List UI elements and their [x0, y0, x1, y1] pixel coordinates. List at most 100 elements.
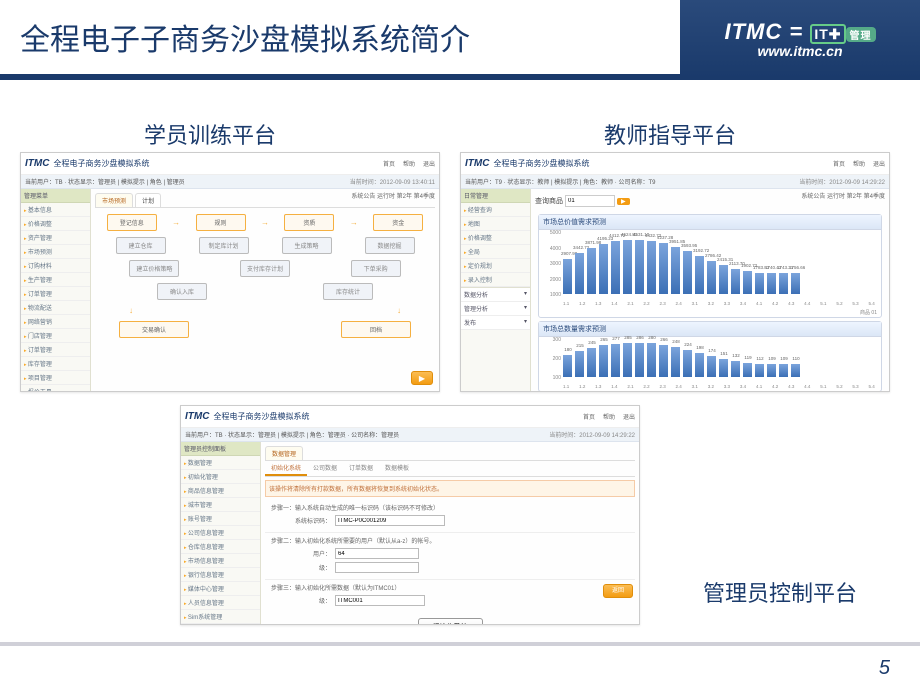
- return-button[interactable]: 返回: [603, 584, 633, 598]
- sub-tab-company[interactable]: 公司数据: [307, 461, 343, 476]
- accordion-head[interactable]: 管理分析▾: [461, 302, 530, 316]
- sidebar-item[interactable]: 市场信息管理: [181, 554, 260, 568]
- sidebar-item[interactable]: 录入控制: [461, 273, 530, 287]
- sidebar-item[interactable]: 报价工具: [21, 385, 90, 391]
- next-button[interactable]: ▶: [411, 371, 433, 385]
- tab-plan[interactable]: 计划: [135, 193, 161, 207]
- bar: 3192.72: [695, 256, 704, 294]
- sidebar-item[interactable]: 初始化管理: [181, 470, 260, 484]
- bar: 1756.66: [791, 273, 800, 294]
- heading-admin: 管理员控制平台: [680, 576, 880, 608]
- search-input[interactable]: [565, 195, 615, 207]
- bar: 109: [779, 364, 788, 377]
- sidebar-item[interactable]: 库存管理: [21, 357, 90, 371]
- link-logout[interactable]: 退出: [423, 159, 435, 168]
- bar: 4412.72: [611, 241, 620, 294]
- sidebar-item[interactable]: 人员信息管理: [181, 596, 260, 610]
- sidebar-item[interactable]: 账号管理: [181, 512, 260, 526]
- sidebar-item[interactable]: 生产管理: [21, 273, 90, 287]
- sidebar-item[interactable]: 资产管理: [21, 231, 90, 245]
- sidebar-item[interactable]: 门店管理: [21, 329, 90, 343]
- id-input[interactable]: [335, 515, 445, 526]
- flow-box[interactable]: 建立仓库: [116, 237, 166, 254]
- flow-rollback[interactable]: 回档: [341, 321, 411, 338]
- app-title: 全程电子商务沙盘模拟系统: [53, 158, 149, 169]
- sidebar-item[interactable]: 订单管理: [21, 287, 90, 301]
- flow-register[interactable]: 登记信息: [107, 214, 157, 231]
- sidebar-item[interactable]: 项目管理: [21, 371, 90, 385]
- flow-qual[interactable]: 资质: [284, 214, 334, 231]
- search-label: 查询商品: [535, 196, 563, 206]
- sidebar-item[interactable]: 市场预测: [21, 245, 90, 259]
- tab-market[interactable]: 市场预测: [95, 193, 133, 207]
- sidebar-item[interactable]: 银行信息管理: [181, 568, 260, 582]
- sidebar-item[interactable]: 价格调整: [461, 231, 530, 245]
- flow-box[interactable]: 下单采购: [351, 260, 401, 277]
- sidebar-item[interactable]: 城市管理: [181, 498, 260, 512]
- student-app: ITMC 全程电子商务沙盘模拟系统 首页 帮助 退出 当前用户：TB · 状态显…: [20, 152, 440, 392]
- sidebar-item[interactable]: 定价规划: [461, 259, 530, 273]
- flow-box[interactable]: 库存统计: [323, 283, 373, 300]
- chart-qty: 市场总数量需求预测 300200100 1.11.21.31.42.12.22.…: [538, 321, 882, 392]
- flow-box[interactable]: 支付库存计划: [240, 260, 290, 277]
- init-button[interactable]: 初始化系统: [418, 618, 483, 625]
- accordion-head[interactable]: 发布▾: [461, 316, 530, 330]
- content: 市场预测 计划 系统公告 运行时 第2年 第4季度 登记信息→ 规则→ 资质→ …: [91, 189, 439, 391]
- tab-data[interactable]: 数据管理: [265, 446, 303, 460]
- brand: ITMC: [25, 158, 49, 169]
- sidebar-item[interactable]: 全局: [461, 245, 530, 259]
- app-header: ITMC 全程电子商务沙盘模拟系统 首页 帮助 退出: [181, 406, 639, 428]
- link-logout[interactable]: 退出: [623, 412, 635, 421]
- flow-box[interactable]: 制定库计划: [199, 237, 249, 254]
- link-help[interactable]: 帮助: [403, 159, 415, 168]
- link-logout[interactable]: 退出: [873, 159, 885, 168]
- arrow-icon: →: [261, 218, 269, 227]
- sidebar-item[interactable]: 网络营销: [21, 315, 90, 329]
- level-input[interactable]: [335, 562, 419, 573]
- sub-tab-order[interactable]: 订单数据: [343, 461, 379, 476]
- link-home[interactable]: 首页: [833, 159, 845, 168]
- accordion-head[interactable]: 数据分析▾: [461, 288, 530, 302]
- sidebar-item[interactable]: 商品信息管理: [181, 484, 260, 498]
- breadcrumb-text: 当前用户：TB · 状态显示：管理员 | 模拟提示 | 角色：管理员 · 公司名…: [185, 430, 399, 439]
- sidebar-item[interactable]: 数据管理: [181, 456, 260, 470]
- flow-rules[interactable]: 规则: [196, 214, 246, 231]
- arrow-down-icon: ↓: [129, 306, 133, 315]
- sidebar-item[interactable]: Sim系统管理: [181, 610, 260, 624]
- flow-box[interactable]: 数据挖掘: [365, 237, 415, 254]
- data-input[interactable]: [335, 595, 425, 606]
- sub-tab-tpl[interactable]: 数据模板: [379, 461, 415, 476]
- sidebar-item[interactable]: 媒体中心管理: [181, 582, 260, 596]
- flow-box[interactable]: 建立价格策略: [129, 260, 179, 277]
- flow-box[interactable]: 生成策略: [282, 237, 332, 254]
- link-help[interactable]: 帮助: [603, 412, 615, 421]
- link-home[interactable]: 首页: [383, 159, 395, 168]
- bar: 2415.31: [719, 265, 728, 294]
- step2: 步骤二：输入初始化系统所需要的用户（默认从a-z）的帐号。: [271, 536, 629, 545]
- flow-box[interactable]: 确认入库: [157, 283, 207, 300]
- sidebar-item[interactable]: 经营查询: [461, 203, 530, 217]
- sidebar-item[interactable]: 订单管理: [21, 343, 90, 357]
- link-home[interactable]: 首页: [583, 412, 595, 421]
- sidebar-item[interactable]: 地图: [461, 217, 530, 231]
- sidebar-item[interactable]: 公司信息管理: [181, 526, 260, 540]
- link-help[interactable]: 帮助: [853, 159, 865, 168]
- sidebar-item[interactable]: 价格调整: [21, 217, 90, 231]
- sidebar-item[interactable]: 订购材料: [21, 259, 90, 273]
- bar: 1743.21: [779, 273, 788, 294]
- user-input[interactable]: [335, 548, 419, 559]
- sidebar-item[interactable]: 基本信息: [21, 203, 90, 217]
- bar: 119: [743, 363, 752, 377]
- flow-confirm[interactable]: 交易确认: [119, 321, 189, 338]
- arrow-down-icon: ↓: [397, 306, 401, 315]
- sidebar-item[interactable]: 物流配送: [21, 301, 90, 315]
- timestamp: 当前时间：2012-09-09 13:40:11: [350, 177, 435, 186]
- timestamp: 当前时间：2012-09-09 14:29:22: [549, 430, 635, 439]
- sub-tab-init[interactable]: 初始化系统: [265, 461, 307, 476]
- flow-fund[interactable]: 资金: [373, 214, 423, 231]
- bar: 215: [575, 351, 584, 377]
- search-button[interactable]: ▶: [617, 198, 630, 205]
- sidebar-item[interactable]: 仓库信息管理: [181, 540, 260, 554]
- bar: 3442.72: [575, 253, 584, 294]
- user-label: 用户：: [271, 549, 331, 558]
